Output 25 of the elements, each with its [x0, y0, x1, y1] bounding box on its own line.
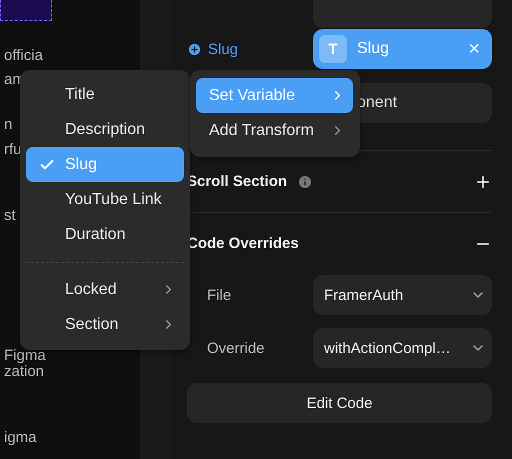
edit-code-button[interactable]: Edit Code [187, 383, 492, 423]
canvas-text: officia [3, 47, 43, 65]
canvas-text: zation [3, 363, 44, 381]
menu-item[interactable]: Locked [26, 272, 184, 307]
add-icon [187, 42, 202, 56]
info-icon[interactable] [297, 174, 314, 190]
dropdown[interactable]: FramerAuth [313, 275, 492, 315]
field-label: Override [206, 340, 266, 356]
canvas-text: Figma [3, 347, 46, 365]
token-value: Slug [357, 40, 390, 58]
field-label: File [206, 286, 232, 304]
menu-item[interactable]: Section [26, 307, 184, 342]
canvas-text: st [3, 207, 16, 225]
slug-label[interactable]: Slug [187, 40, 313, 58]
menu-item[interactable]: Description [26, 112, 184, 147]
canvas-text: igma [3, 429, 37, 447]
canvas-text: n [3, 116, 12, 134]
text-type-icon: T [319, 35, 347, 63]
link-field[interactable] [313, 0, 492, 28]
slug-label-text: Slug [208, 40, 238, 58]
menu-item[interactable]: YouTube Link [26, 182, 184, 217]
menu-item[interactable]: Duration [26, 217, 184, 252]
dropdown[interactable]: withActionCompl… [313, 328, 492, 368]
menu-item[interactable]: Title [26, 77, 184, 112]
frame-selection[interactable] [0, 0, 52, 21]
